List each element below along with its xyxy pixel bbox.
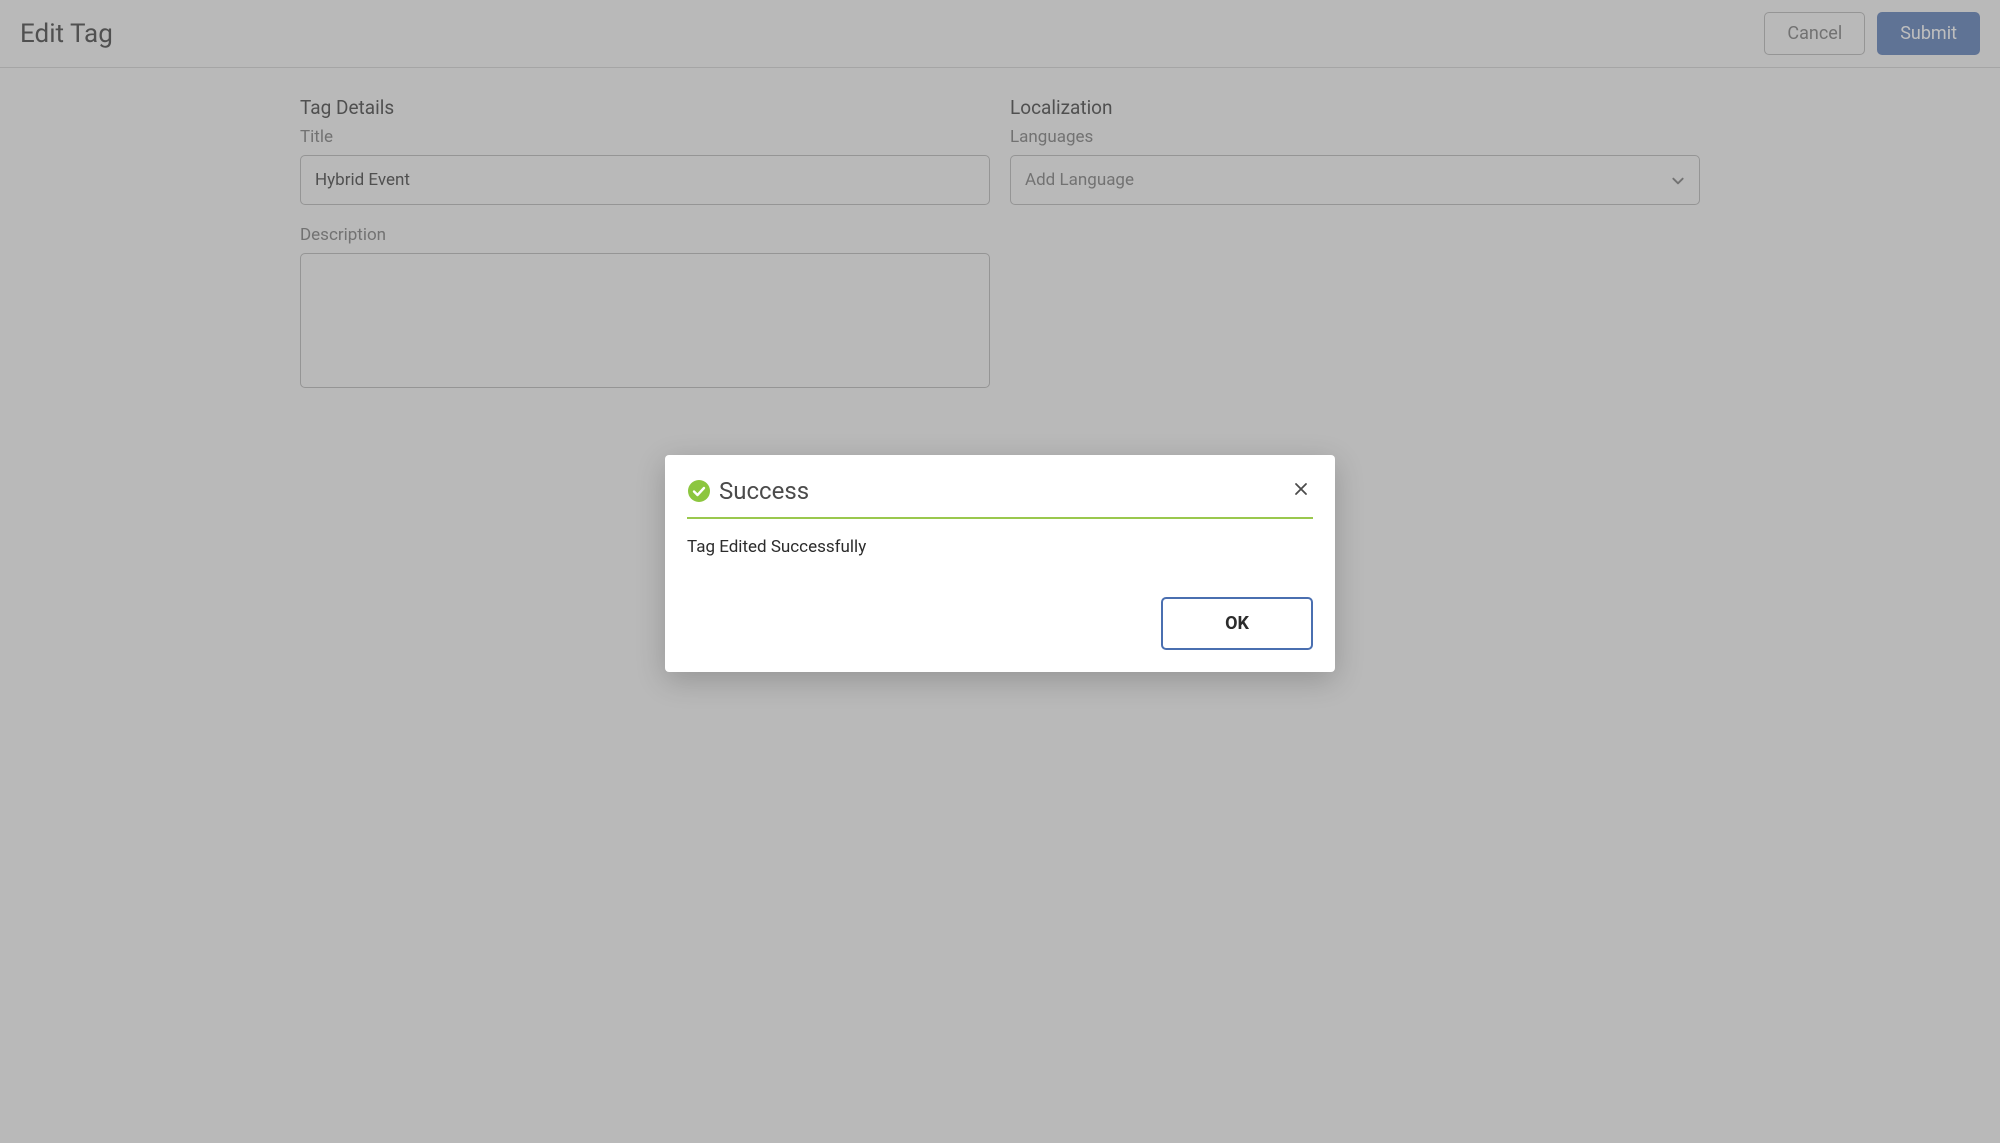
- dialog-title: Success: [719, 477, 809, 505]
- dialog-message: Tag Edited Successfully: [687, 537, 1313, 557]
- modal-overlay: Success Tag Edited Successfully OK: [0, 0, 2000, 1143]
- dialog-title-wrap: Success: [687, 477, 809, 505]
- close-icon[interactable]: [1289, 480, 1313, 502]
- ok-button[interactable]: OK: [1161, 597, 1313, 650]
- dialog-header: Success: [687, 477, 1313, 519]
- dialog-footer: OK: [687, 597, 1313, 650]
- success-check-icon: [687, 479, 711, 503]
- success-dialog: Success Tag Edited Successfully OK: [665, 455, 1335, 672]
